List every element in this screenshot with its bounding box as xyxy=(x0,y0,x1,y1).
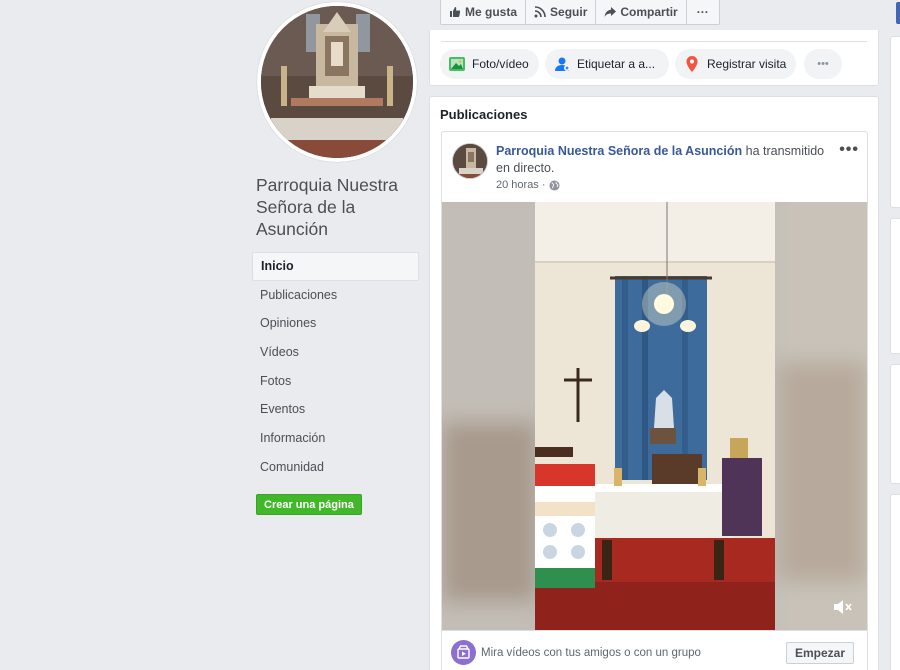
post: Parroquia Nuestra Señora de la Asunción … xyxy=(441,131,868,670)
more-compose-label: ••• xyxy=(817,58,829,70)
photo-video-button[interactable]: Foto/vídeo xyxy=(440,49,539,79)
right-column-card xyxy=(890,364,900,484)
start-watch-party-button[interactable]: Empezar xyxy=(785,642,854,664)
post-header: Parroquia Nuestra Señora de la Asunción … xyxy=(496,143,836,177)
nav-item-inicio[interactable]: Inicio xyxy=(252,252,419,281)
profile-picture[interactable] xyxy=(257,2,417,162)
share-button[interactable]: Compartir xyxy=(596,0,687,24)
altar-image xyxy=(261,6,413,158)
tag-person-icon xyxy=(555,57,570,71)
photo-icon xyxy=(449,57,465,71)
rss-icon xyxy=(534,6,546,18)
like-label: Me gusta xyxy=(465,5,518,19)
posts-card: Publicaciones Parroquia Nuestra Señora d… xyxy=(429,96,879,670)
post-timestamp[interactable]: 20 horas · xyxy=(496,179,560,191)
post-options-button[interactable]: ••• xyxy=(839,141,859,159)
tag-friends-label: Etiquetar a a... xyxy=(577,57,656,71)
posts-heading: Publicaciones xyxy=(440,107,528,122)
follow-label: Seguir xyxy=(550,5,588,19)
nav-item-opiniones[interactable]: Opiniones xyxy=(252,309,419,338)
thumbs-up-icon xyxy=(450,7,461,17)
more-compose-button[interactable]: ••• xyxy=(804,49,842,79)
globe-icon xyxy=(548,179,560,191)
chapel-video-frame xyxy=(442,202,867,630)
altar-thumbnail xyxy=(453,144,487,178)
more-actions-label: ··· xyxy=(696,5,709,19)
create-page-button[interactable]: Crear una página xyxy=(256,494,362,515)
like-button[interactable]: Me gusta xyxy=(441,0,527,24)
compose-card: Foto/vídeo Etiquetar a a... Registrar vi… xyxy=(429,30,879,86)
page-actions-bar: Me gusta Seguir Compartir ··· xyxy=(440,0,720,25)
right-column-card xyxy=(890,494,900,670)
more-actions-button[interactable]: ··· xyxy=(687,0,719,24)
photo-video-label: Foto/vídeo xyxy=(472,57,529,71)
page-title: Parroquia Nuestra Señora de la Asunción xyxy=(256,175,399,239)
right-column-card xyxy=(890,36,900,208)
follow-button[interactable]: Seguir xyxy=(526,0,597,24)
watch-party-icon xyxy=(451,640,476,665)
divider xyxy=(441,41,867,42)
tag-friends-button[interactable]: Etiquetar a a... xyxy=(545,49,669,79)
post-author-link[interactable]: Parroquia Nuestra Señora de la Asunción xyxy=(496,144,742,158)
checkin-button[interactable]: Registrar visita xyxy=(675,49,797,79)
mute-icon[interactable] xyxy=(831,596,853,618)
post-avatar[interactable] xyxy=(452,143,488,179)
watch-party-text: Mira vídeos con tus amigos o con un grup… xyxy=(481,647,701,659)
nav-item-fotos[interactable]: Fotos xyxy=(252,367,419,396)
edge-blue-button[interactable] xyxy=(896,2,900,24)
nav-item-videos[interactable]: Vídeos xyxy=(252,338,419,367)
nav-item-publicaciones[interactable]: Publicaciones xyxy=(252,281,419,310)
nav-item-informacion[interactable]: Información xyxy=(252,424,419,453)
share-arrow-icon xyxy=(604,7,617,17)
right-column-card xyxy=(890,218,900,354)
left-navigation: Inicio Publicaciones Opiniones Vídeos Fo… xyxy=(252,252,419,482)
checkin-label: Registrar visita xyxy=(707,57,787,71)
nav-item-comunidad[interactable]: Comunidad xyxy=(252,453,419,482)
live-video-player[interactable] xyxy=(442,202,867,630)
post-time-label: 20 horas · xyxy=(496,179,546,191)
share-label: Compartir xyxy=(620,5,678,19)
nav-item-eventos[interactable]: Eventos xyxy=(252,395,419,424)
watch-party-bar: Mira vídeos con tus amigos o con un grup… xyxy=(442,630,867,670)
location-pin-icon xyxy=(686,56,698,72)
